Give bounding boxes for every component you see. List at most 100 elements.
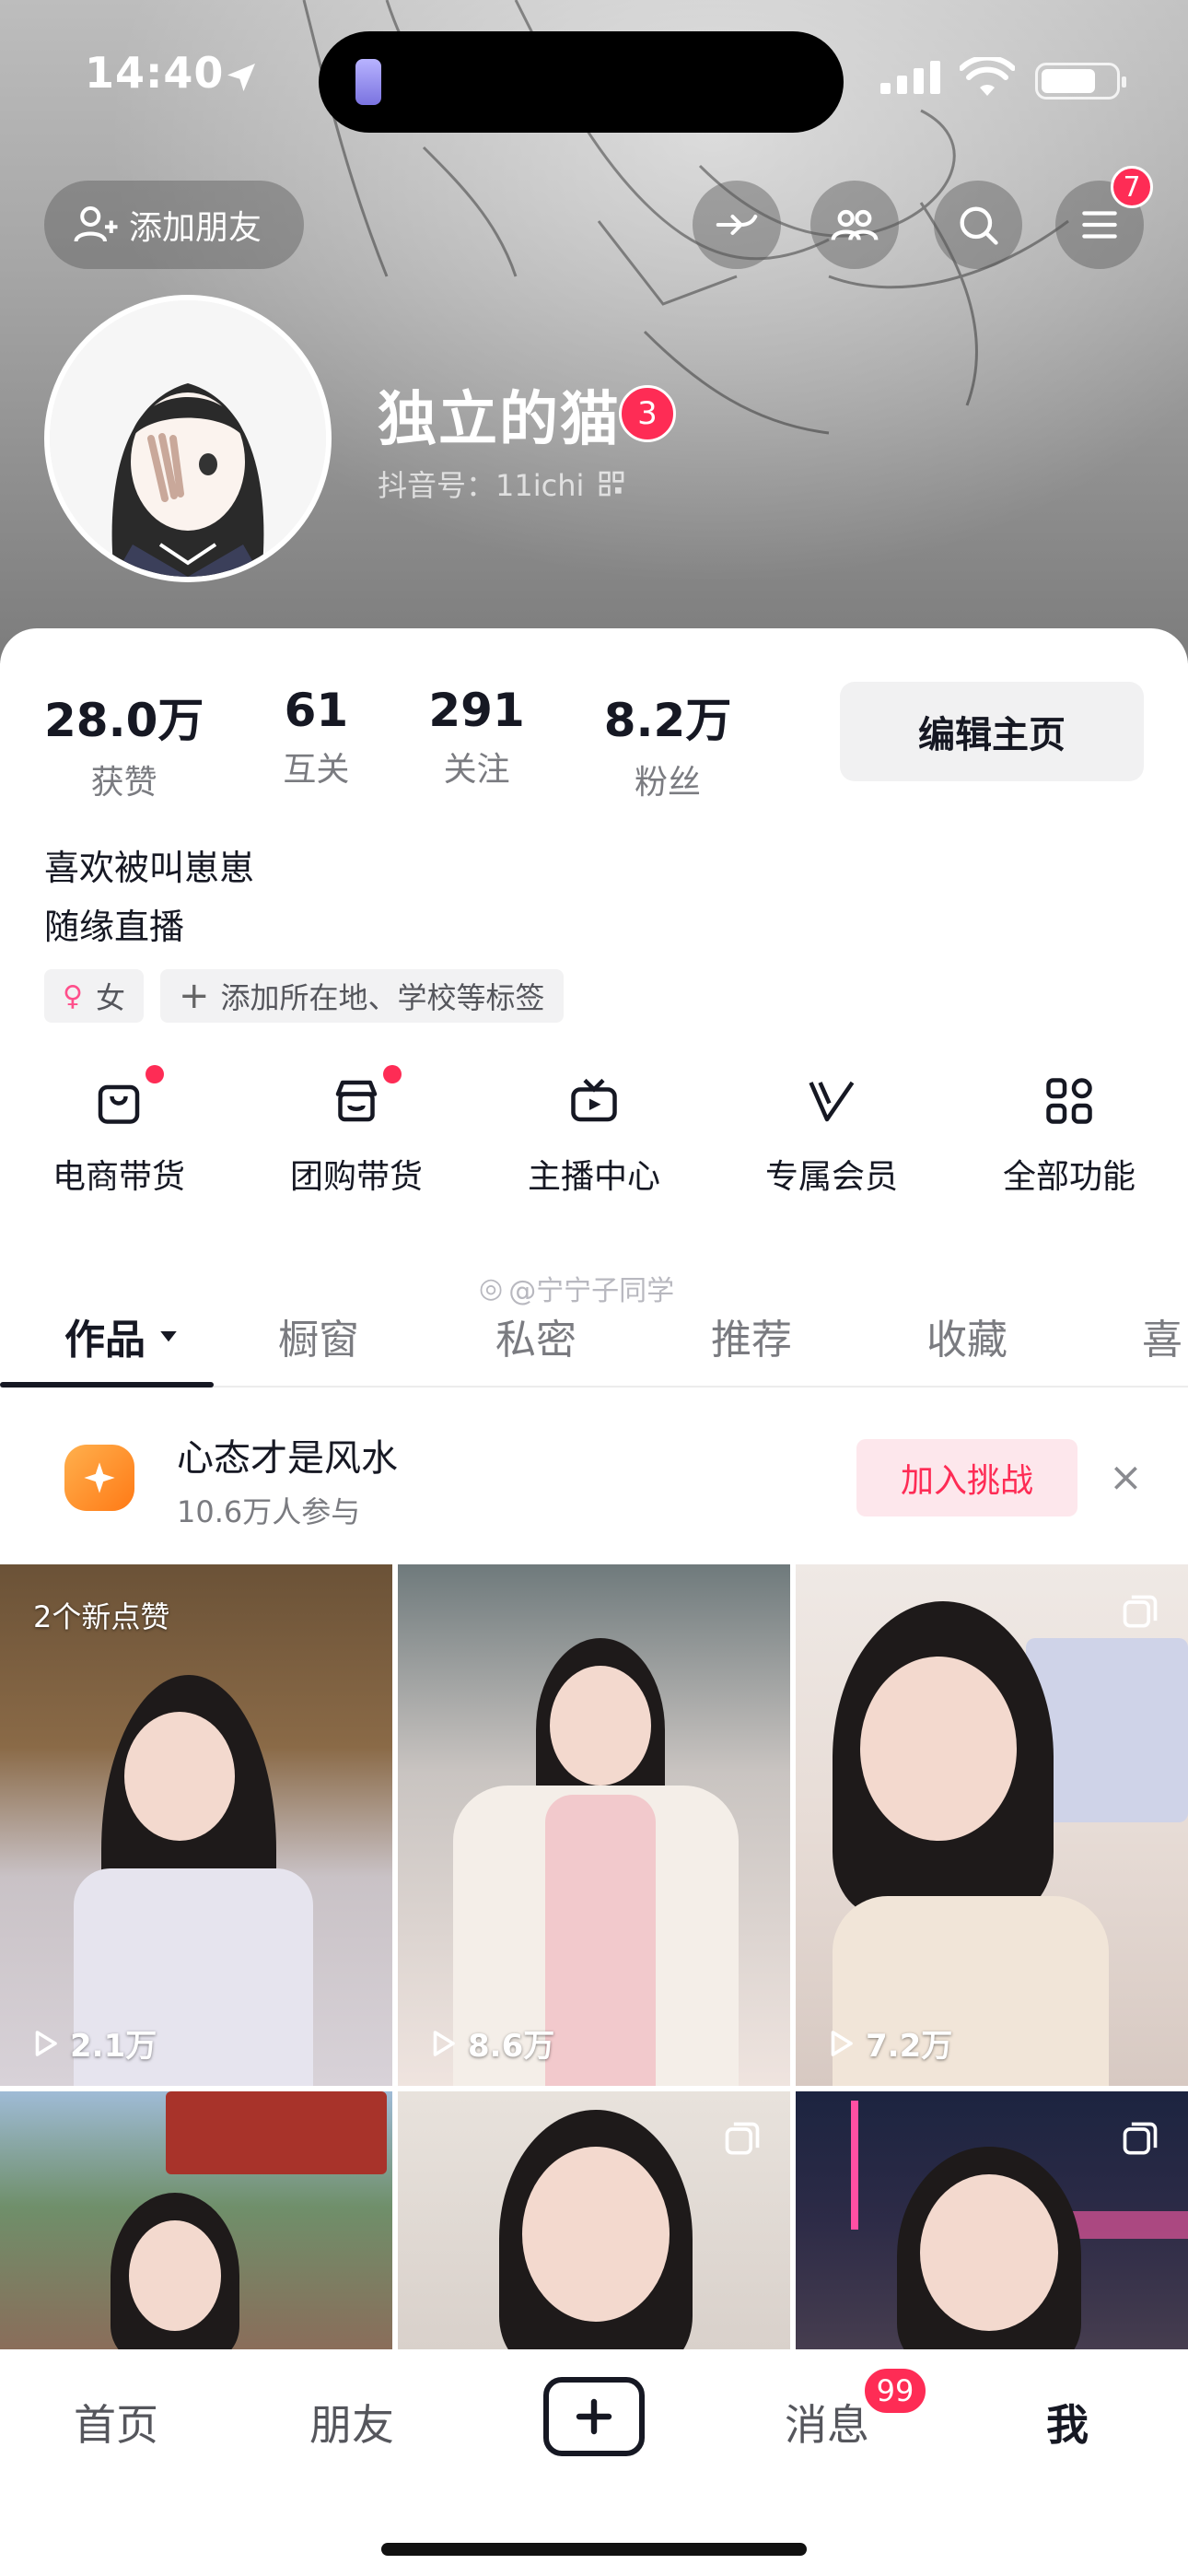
- multi-image-icon: [1123, 2122, 1158, 2155]
- stat-value: 28.0万: [44, 694, 204, 747]
- notification-dot: [146, 1065, 164, 1083]
- feature-label: 全部功能: [1002, 1158, 1136, 1196]
- stat-label: 获赞: [90, 764, 157, 802]
- home-indicator: [381, 2543, 807, 2556]
- add-friend-label: 添加朋友: [129, 209, 262, 247]
- pointing-hand-icon: [716, 214, 758, 236]
- tab-favorites[interactable]: 收藏: [926, 1306, 1007, 1365]
- dynamic-island: [319, 31, 844, 133]
- tab-works[interactable]: 作品: [64, 1306, 182, 1365]
- stat-value: 61: [284, 684, 349, 737]
- nickname: 独立的猫: [378, 386, 621, 454]
- video-thumbnail[interactable]: [796, 2091, 1188, 2349]
- stat-following[interactable]: 291 关注: [428, 684, 524, 803]
- search-icon: [960, 206, 998, 245]
- feature-all[interactable]: 全部功能: [950, 1069, 1188, 1198]
- group-icon: [831, 209, 879, 240]
- feature-ecommerce[interactable]: 电商带货: [0, 1065, 238, 1198]
- messages-badge: 99: [862, 2366, 928, 2416]
- view-count: 7.2万: [823, 2020, 952, 2066]
- play-icon: [831, 2030, 853, 2056]
- play-icon: [433, 2030, 455, 2056]
- video-thumbnail[interactable]: 2个新点赞 2.1万: [0, 1564, 392, 2086]
- vip-v-icon: [799, 1069, 864, 1133]
- challenge-title: 心态才是风水: [177, 1437, 398, 1480]
- menu-notification-badge: 7: [1111, 166, 1153, 208]
- play-icon: [35, 2030, 57, 2056]
- nav-messages[interactable]: 消息: [785, 2392, 869, 2453]
- stat-followers[interactable]: 8.2万 粉丝: [604, 684, 732, 803]
- edit-profile-button[interactable]: 编辑主页: [840, 682, 1144, 781]
- video-thumbnail[interactable]: 8.6万: [398, 1564, 790, 2086]
- feature-label: 专属会员: [764, 1158, 898, 1196]
- plus-icon: [576, 2398, 612, 2435]
- nav-me[interactable]: 我: [1046, 2392, 1089, 2453]
- video-thumbnail[interactable]: [398, 2091, 790, 2349]
- female-icon: ♀: [63, 979, 83, 1013]
- view-count: 2.1万: [28, 2020, 157, 2066]
- feature-group-buy[interactable]: 团购带货: [238, 1065, 475, 1198]
- location-arrow-icon: [227, 64, 255, 91]
- avatar-illustration: [50, 300, 326, 577]
- battery-icon: [1035, 63, 1126, 100]
- view-count-text: 8.6万: [468, 2028, 555, 2065]
- menu-button[interactable]: 7: [1055, 166, 1153, 269]
- feature-row: 电商带货 团购带货 主播中心 专属会员 全部功能: [0, 1065, 1188, 1198]
- stat-label: 关注: [443, 751, 510, 789]
- close-icon[interactable]: ×: [1109, 1454, 1143, 1501]
- tv-play-icon: [562, 1069, 626, 1133]
- hamburger-menu-icon: [1082, 211, 1117, 239]
- stat-mutual[interactable]: 61 互关: [283, 684, 349, 803]
- profile-banner[interactable]: 14:40 添加朋友 7 独立的猫 3 抖音号：11ichi: [0, 0, 1188, 663]
- gender-label: 女: [95, 980, 125, 1015]
- add-tag-label: 添加所在地、学校等标签: [220, 980, 545, 1015]
- shopping-bag-icon: [87, 1065, 164, 1133]
- bio-line: 随缘直播: [44, 907, 185, 947]
- tab-showcase[interactable]: 橱窗: [278, 1306, 359, 1365]
- challenge-banner[interactable]: 心态才是风水 10.6万人参与 加入挑战 ×: [0, 1391, 1188, 1561]
- store-icon: [324, 1065, 402, 1133]
- profile-tags: ♀ 女 + 添加所在地、学校等标签: [44, 969, 580, 1023]
- douyin-id[interactable]: 抖音号：11ichi: [378, 463, 626, 505]
- content-tabs: 作品 橱窗 私密 推荐 收藏 喜: [0, 1299, 1188, 1388]
- caret-down-icon: [160, 1331, 177, 1342]
- tab-private[interactable]: 私密: [495, 1306, 577, 1365]
- tab-likes[interactable]: 喜: [1142, 1306, 1182, 1365]
- wifi-icon: [960, 57, 1015, 96]
- new-likes-badge: 2个新点赞: [33, 1599, 170, 1634]
- join-challenge-button[interactable]: 加入挑战: [856, 1439, 1077, 1516]
- feature-label: 电商带货: [52, 1158, 185, 1196]
- multi-image-icon: [1123, 1595, 1158, 1628]
- nav-friends[interactable]: 朋友: [309, 2392, 394, 2453]
- avatar[interactable]: [44, 295, 332, 582]
- stat-likes[interactable]: 28.0万 获赞: [44, 684, 204, 803]
- feature-vip[interactable]: 专属会员: [713, 1069, 950, 1198]
- stat-label: 互关: [283, 751, 350, 789]
- view-count-text: 2.1万: [70, 2028, 157, 2065]
- friends-group-button[interactable]: [810, 181, 899, 269]
- visitor-button[interactable]: [693, 181, 781, 269]
- challenge-participants: 10.6万人参与: [177, 1494, 361, 1529]
- nickname-badge[interactable]: 3: [619, 385, 676, 442]
- stat-value: 8.2万: [603, 694, 732, 747]
- stats-row: 28.0万 获赞 61 互关 291 关注 8.2万 粉丝: [44, 684, 810, 803]
- add-tag-button[interactable]: + 添加所在地、学校等标签: [160, 969, 564, 1023]
- tab-recommended[interactable]: 推荐: [711, 1306, 792, 1365]
- add-friend-button[interactable]: 添加朋友: [44, 181, 304, 269]
- search-button[interactable]: [934, 181, 1022, 269]
- plus-icon: +: [179, 975, 210, 1017]
- video-thumbnail[interactable]: [0, 2091, 392, 2349]
- add-person-icon: [74, 205, 118, 242]
- stat-value: 291: [428, 684, 525, 737]
- gender-tag[interactable]: ♀ 女: [44, 969, 144, 1023]
- flashlight-icon: [355, 59, 381, 105]
- feature-streamer-center[interactable]: 主播中心: [475, 1069, 713, 1198]
- bio[interactable]: 喜欢被叫崽崽 随缘直播: [44, 838, 254, 956]
- create-button[interactable]: [543, 2377, 645, 2456]
- video-thumbnail[interactable]: 7.2万: [796, 1564, 1188, 2086]
- douyin-id-text: 抖音号：11ichi: [378, 468, 585, 503]
- nav-home[interactable]: 首页: [74, 2392, 158, 2453]
- cellular-signal-icon: [880, 61, 940, 94]
- feature-label: 团购带货: [289, 1158, 423, 1196]
- stat-label: 粉丝: [635, 764, 702, 802]
